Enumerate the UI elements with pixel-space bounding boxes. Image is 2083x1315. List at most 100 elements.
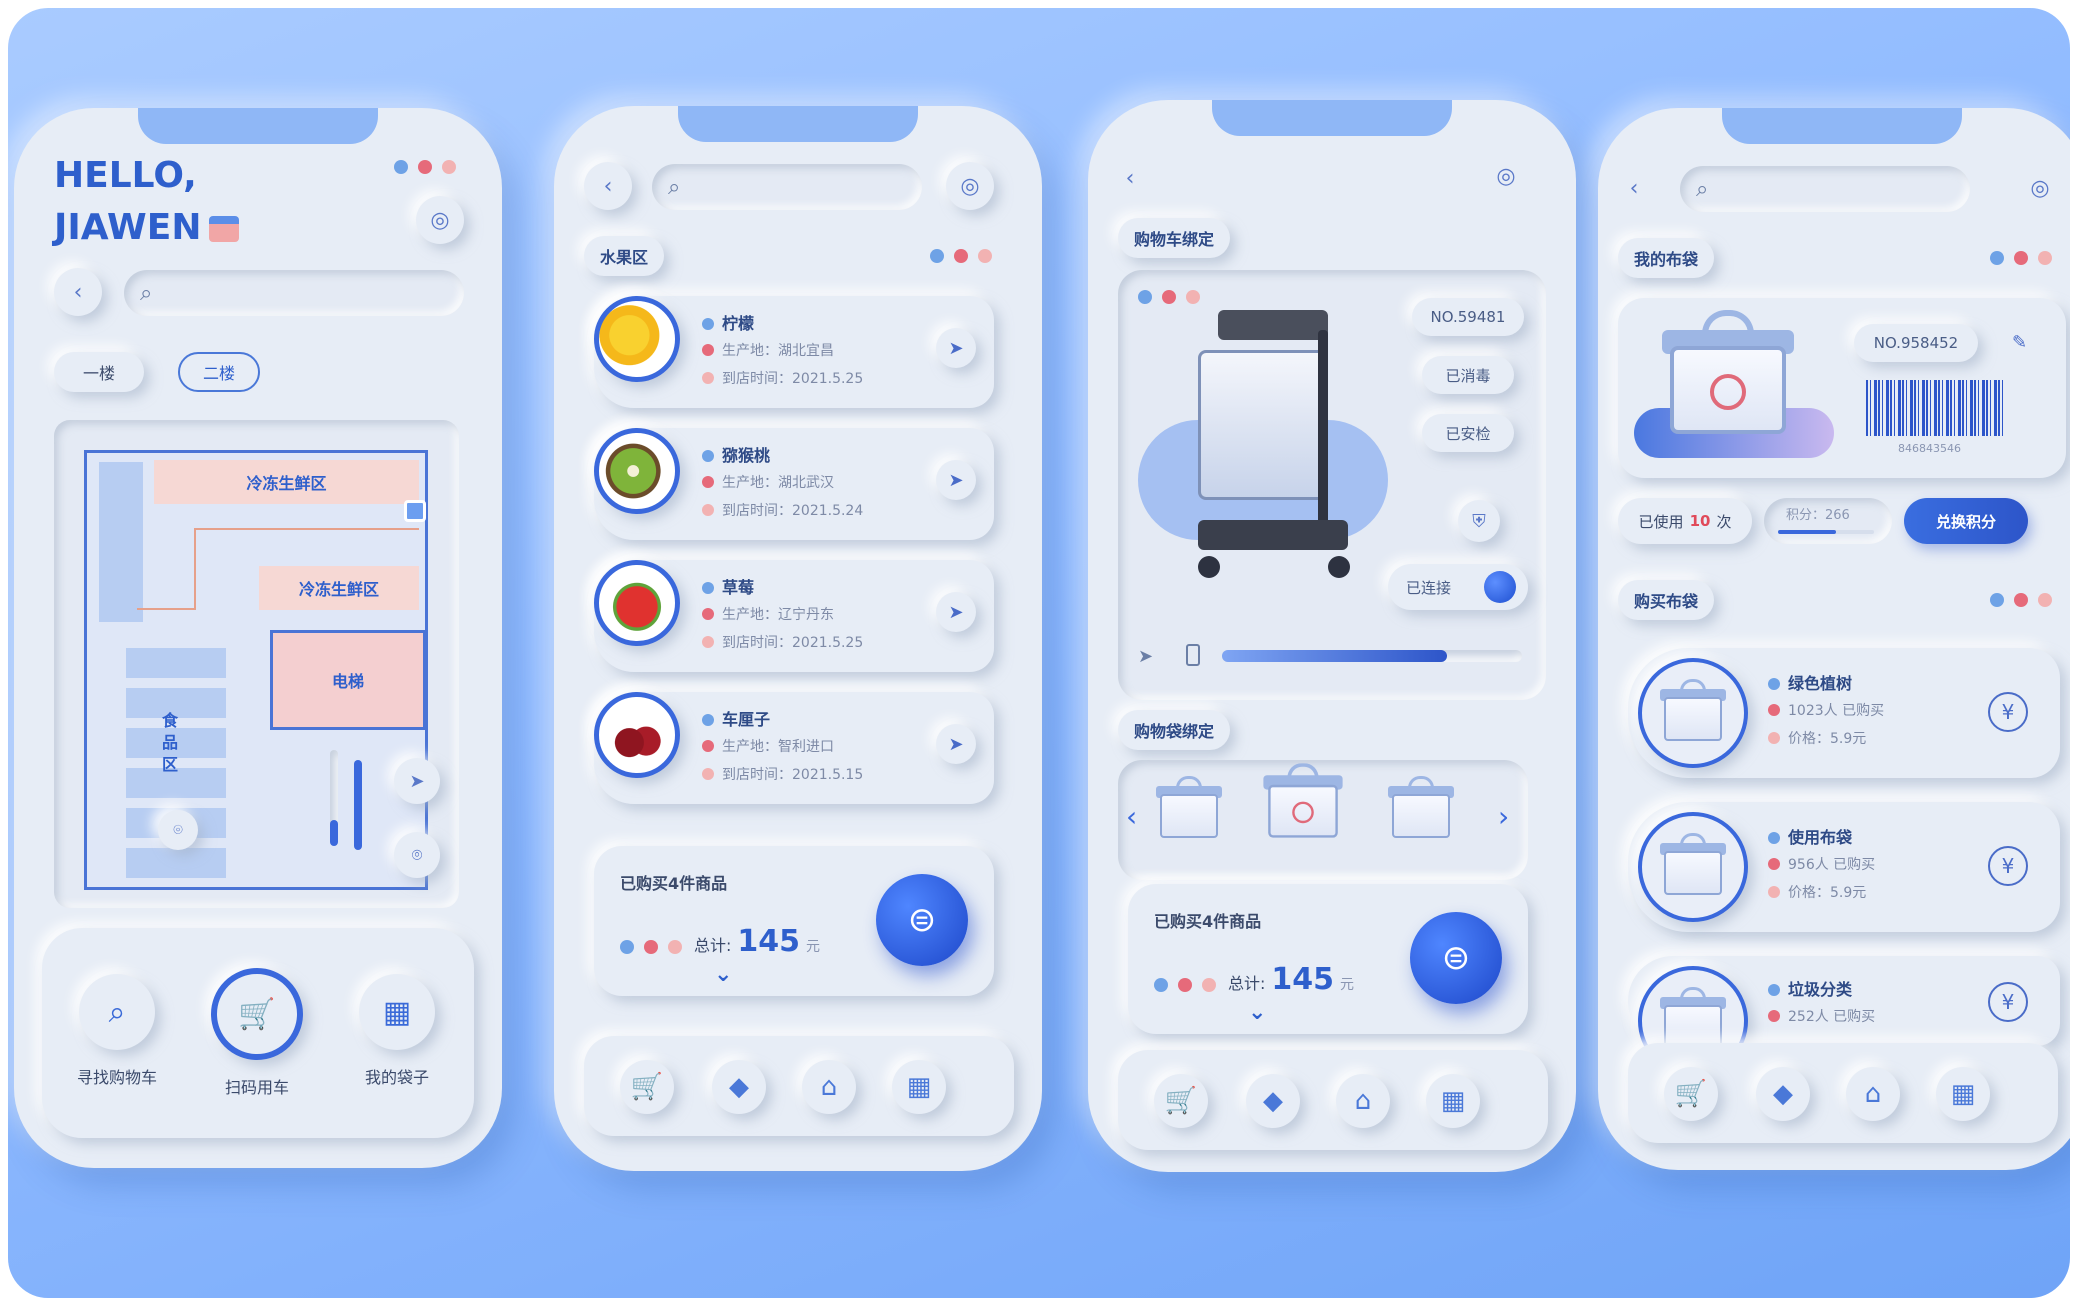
bag-product-card[interactable]: 垃圾分类 252人 已购买 ¥ bbox=[1628, 956, 2060, 1076]
yuan-icon[interactable]: ¥ bbox=[1988, 982, 2028, 1022]
nav-my-bag[interactable]: ▦ 我的袋子 bbox=[342, 974, 452, 1088]
bag-icon[interactable]: ▦ bbox=[1936, 1067, 1990, 1121]
home-bottom-nav: ⌕ 寻找购物车 🛒 扫码用车 ▦ 我的袋子 bbox=[42, 928, 474, 1138]
pay-button[interactable]: ⊜ bbox=[876, 874, 968, 966]
nav-find-cart[interactable]: ⌕ 寻找购物车 bbox=[62, 974, 172, 1088]
send-icon[interactable]: ➤ bbox=[936, 592, 976, 632]
bag-product-card[interactable]: 绿色植树 1023人 已购买 价格：5.9元 ¥ bbox=[1628, 648, 2060, 778]
cart-icon[interactable]: 🛒 bbox=[620, 1060, 674, 1114]
store-icon[interactable]: ⌂ bbox=[1846, 1067, 1900, 1121]
phone-notch bbox=[678, 106, 918, 142]
settings-icon[interactable]: ◎ bbox=[1482, 152, 1530, 200]
order-summary: 已购买4件商品 总计: 145 元 ⊜ ⌄ bbox=[1128, 884, 1528, 1034]
box-icon[interactable]: ◆ bbox=[1246, 1074, 1300, 1128]
pay-icon: ⊜ bbox=[907, 900, 937, 940]
send-icon[interactable]: ➤ bbox=[936, 460, 976, 500]
bag-icon[interactable]: ▦ bbox=[1426, 1074, 1480, 1128]
cart-panel: NO.59481 已消毒 已安检 ⛨ 已连接 ➤ bbox=[1118, 270, 1546, 700]
greeting-line2: JIAWEN bbox=[54, 207, 202, 248]
search-icon: ⌕ bbox=[668, 174, 681, 200]
yuan-icon[interactable]: ¥ bbox=[1988, 692, 2028, 732]
chevron-left-icon[interactable]: ‹ bbox=[1126, 800, 1137, 833]
phone-home-map: HELLO, JIAWEN ◎ ‹ ⌕ 一楼 二楼 冷冻生鲜区 冷冻生鲜区 电梯 bbox=[14, 108, 502, 1168]
points-progress bbox=[1778, 530, 1874, 534]
battery-icon bbox=[1186, 644, 1200, 666]
box-icon[interactable]: ◆ bbox=[1756, 1067, 1810, 1121]
store-map: 冷冻生鲜区 冷冻生鲜区 电梯 食 品 区 ⌾ ➤ ⌾ bbox=[54, 420, 459, 908]
zone-food: 食 品 区 bbox=[162, 711, 179, 774]
section-buy-bag: 购买布袋 bbox=[1618, 580, 1715, 620]
section-cart-binding: 购物车绑定 bbox=[1118, 218, 1231, 258]
bag-option[interactable] bbox=[1386, 776, 1456, 840]
fruit-card[interactable]: 草莓 生产地：辽宁丹东 到店时间：2021.5.25 ➤ bbox=[594, 560, 994, 672]
bag-option-selected[interactable] bbox=[1261, 763, 1345, 840]
send-icon[interactable]: ➤ bbox=[1138, 646, 1153, 667]
floor-1-button[interactable]: 一楼 bbox=[54, 352, 144, 392]
strawberry-image bbox=[594, 560, 680, 646]
settings-icon[interactable]: ◎ bbox=[416, 196, 464, 244]
bag-icon[interactable]: ▦ bbox=[892, 1060, 946, 1114]
shopping-cart-image bbox=[1178, 300, 1378, 610]
send-icon[interactable]: ➤ bbox=[936, 724, 976, 764]
zone-frozen-top: 冷冻生鲜区 bbox=[154, 460, 419, 504]
navigate-icon[interactable]: ➤ bbox=[394, 758, 440, 804]
search-icon: ⌕ bbox=[79, 974, 155, 1050]
edit-icon[interactable]: ✎ bbox=[2012, 332, 2027, 353]
section-fruit: 水果区 bbox=[584, 236, 665, 276]
shield-icon[interactable]: ⛨ bbox=[1458, 500, 1500, 542]
chevron-right-icon[interactable]: › bbox=[1498, 800, 1509, 833]
order-count: 已购买4件商品 bbox=[620, 874, 728, 893]
bag-option[interactable] bbox=[1154, 776, 1224, 840]
yuan-icon[interactable]: ¥ bbox=[1988, 846, 2028, 886]
back-button[interactable]: ‹ bbox=[584, 162, 632, 210]
search-input[interactable]: ⌕ bbox=[124, 270, 464, 316]
bag-image bbox=[1638, 658, 1748, 768]
barcode-image bbox=[1866, 380, 2006, 436]
cart-icon: 🛒 bbox=[211, 968, 303, 1060]
phone-notch bbox=[1722, 108, 1962, 144]
greeting: HELLO, JIAWEN bbox=[54, 150, 240, 254]
back-button[interactable]: ‹ bbox=[1106, 154, 1154, 202]
shop-icon bbox=[209, 216, 240, 242]
bag-product-card[interactable]: 使用布袋 956人 已购买 价格：5.9元 ¥ bbox=[1628, 802, 2060, 932]
fruit-card[interactable]: 柠檬 生产地：湖北宜昌 到店时间：2021.5.25 ➤ bbox=[594, 296, 994, 408]
window-dots bbox=[930, 249, 992, 263]
phone-cart-binding: ‹ ◎ 购物车绑定 NO.59481 已消毒 已安检 ⛨ 已连接 ➤ 购物袋绑定… bbox=[1088, 100, 1576, 1172]
store-icon[interactable]: ⌂ bbox=[1336, 1074, 1390, 1128]
box-icon[interactable]: ◆ bbox=[712, 1060, 766, 1114]
redeem-points-button[interactable]: 兑换积分 bbox=[1904, 498, 2028, 544]
user-location-icon[interactable]: ⌾ bbox=[158, 810, 198, 850]
pay-button[interactable]: ⊜ bbox=[1410, 912, 1502, 1004]
locate-pin-icon[interactable]: ⌾ bbox=[394, 832, 440, 878]
section-bag-binding: 购物袋绑定 bbox=[1118, 710, 1231, 750]
window-dots bbox=[394, 160, 456, 174]
send-icon[interactable]: ➤ bbox=[936, 328, 976, 368]
connection-toggle[interactable]: 已连接 bbox=[1388, 564, 1528, 610]
badge-inspected: 已安检 bbox=[1422, 414, 1514, 452]
bag-icon: ▦ bbox=[359, 974, 435, 1050]
store-icon[interactable]: ⌂ bbox=[802, 1060, 856, 1114]
chevron-down-icon[interactable]: ⌄ bbox=[714, 962, 732, 987]
lemon-image bbox=[594, 296, 680, 382]
badge-disinfected: 已消毒 bbox=[1422, 356, 1514, 394]
order-summary: 已购买4件商品 总计: 145 元 ⊜ ⌄ bbox=[594, 846, 994, 996]
bag-image bbox=[1658, 310, 1798, 438]
settings-icon[interactable]: ◎ bbox=[2016, 164, 2064, 212]
cart-icon[interactable]: 🛒 bbox=[1664, 1067, 1718, 1121]
search-input[interactable]: ⌕ bbox=[1680, 166, 1970, 212]
back-button[interactable]: ‹ bbox=[1610, 164, 1658, 212]
settings-icon[interactable]: ◎ bbox=[946, 162, 994, 210]
floor-2-button[interactable]: 二楼 bbox=[178, 352, 260, 392]
greeting-line1: HELLO, bbox=[54, 155, 197, 196]
cart-number: NO.59481 bbox=[1412, 298, 1524, 336]
fruit-card[interactable]: 车厘子 生产地：智利进口 到店时间：2021.5.15 ➤ bbox=[594, 692, 994, 804]
chevron-down-icon[interactable]: ⌄ bbox=[1248, 1000, 1266, 1025]
bag-carousel: ‹ › bbox=[1118, 760, 1528, 880]
nav-scan-cart[interactable]: 🛒 扫码用车 bbox=[202, 968, 312, 1098]
back-button[interactable]: ‹ bbox=[54, 268, 102, 316]
search-input[interactable]: ⌕ bbox=[652, 164, 922, 210]
cart-icon[interactable]: 🛒 bbox=[1154, 1074, 1208, 1128]
search-icon: ⌕ bbox=[1696, 176, 1709, 202]
fruit-card[interactable]: 猕猴桃 生产地：湖北武汉 到店时间：2021.5.24 ➤ bbox=[594, 428, 994, 540]
zoom-slider[interactable] bbox=[354, 760, 362, 850]
